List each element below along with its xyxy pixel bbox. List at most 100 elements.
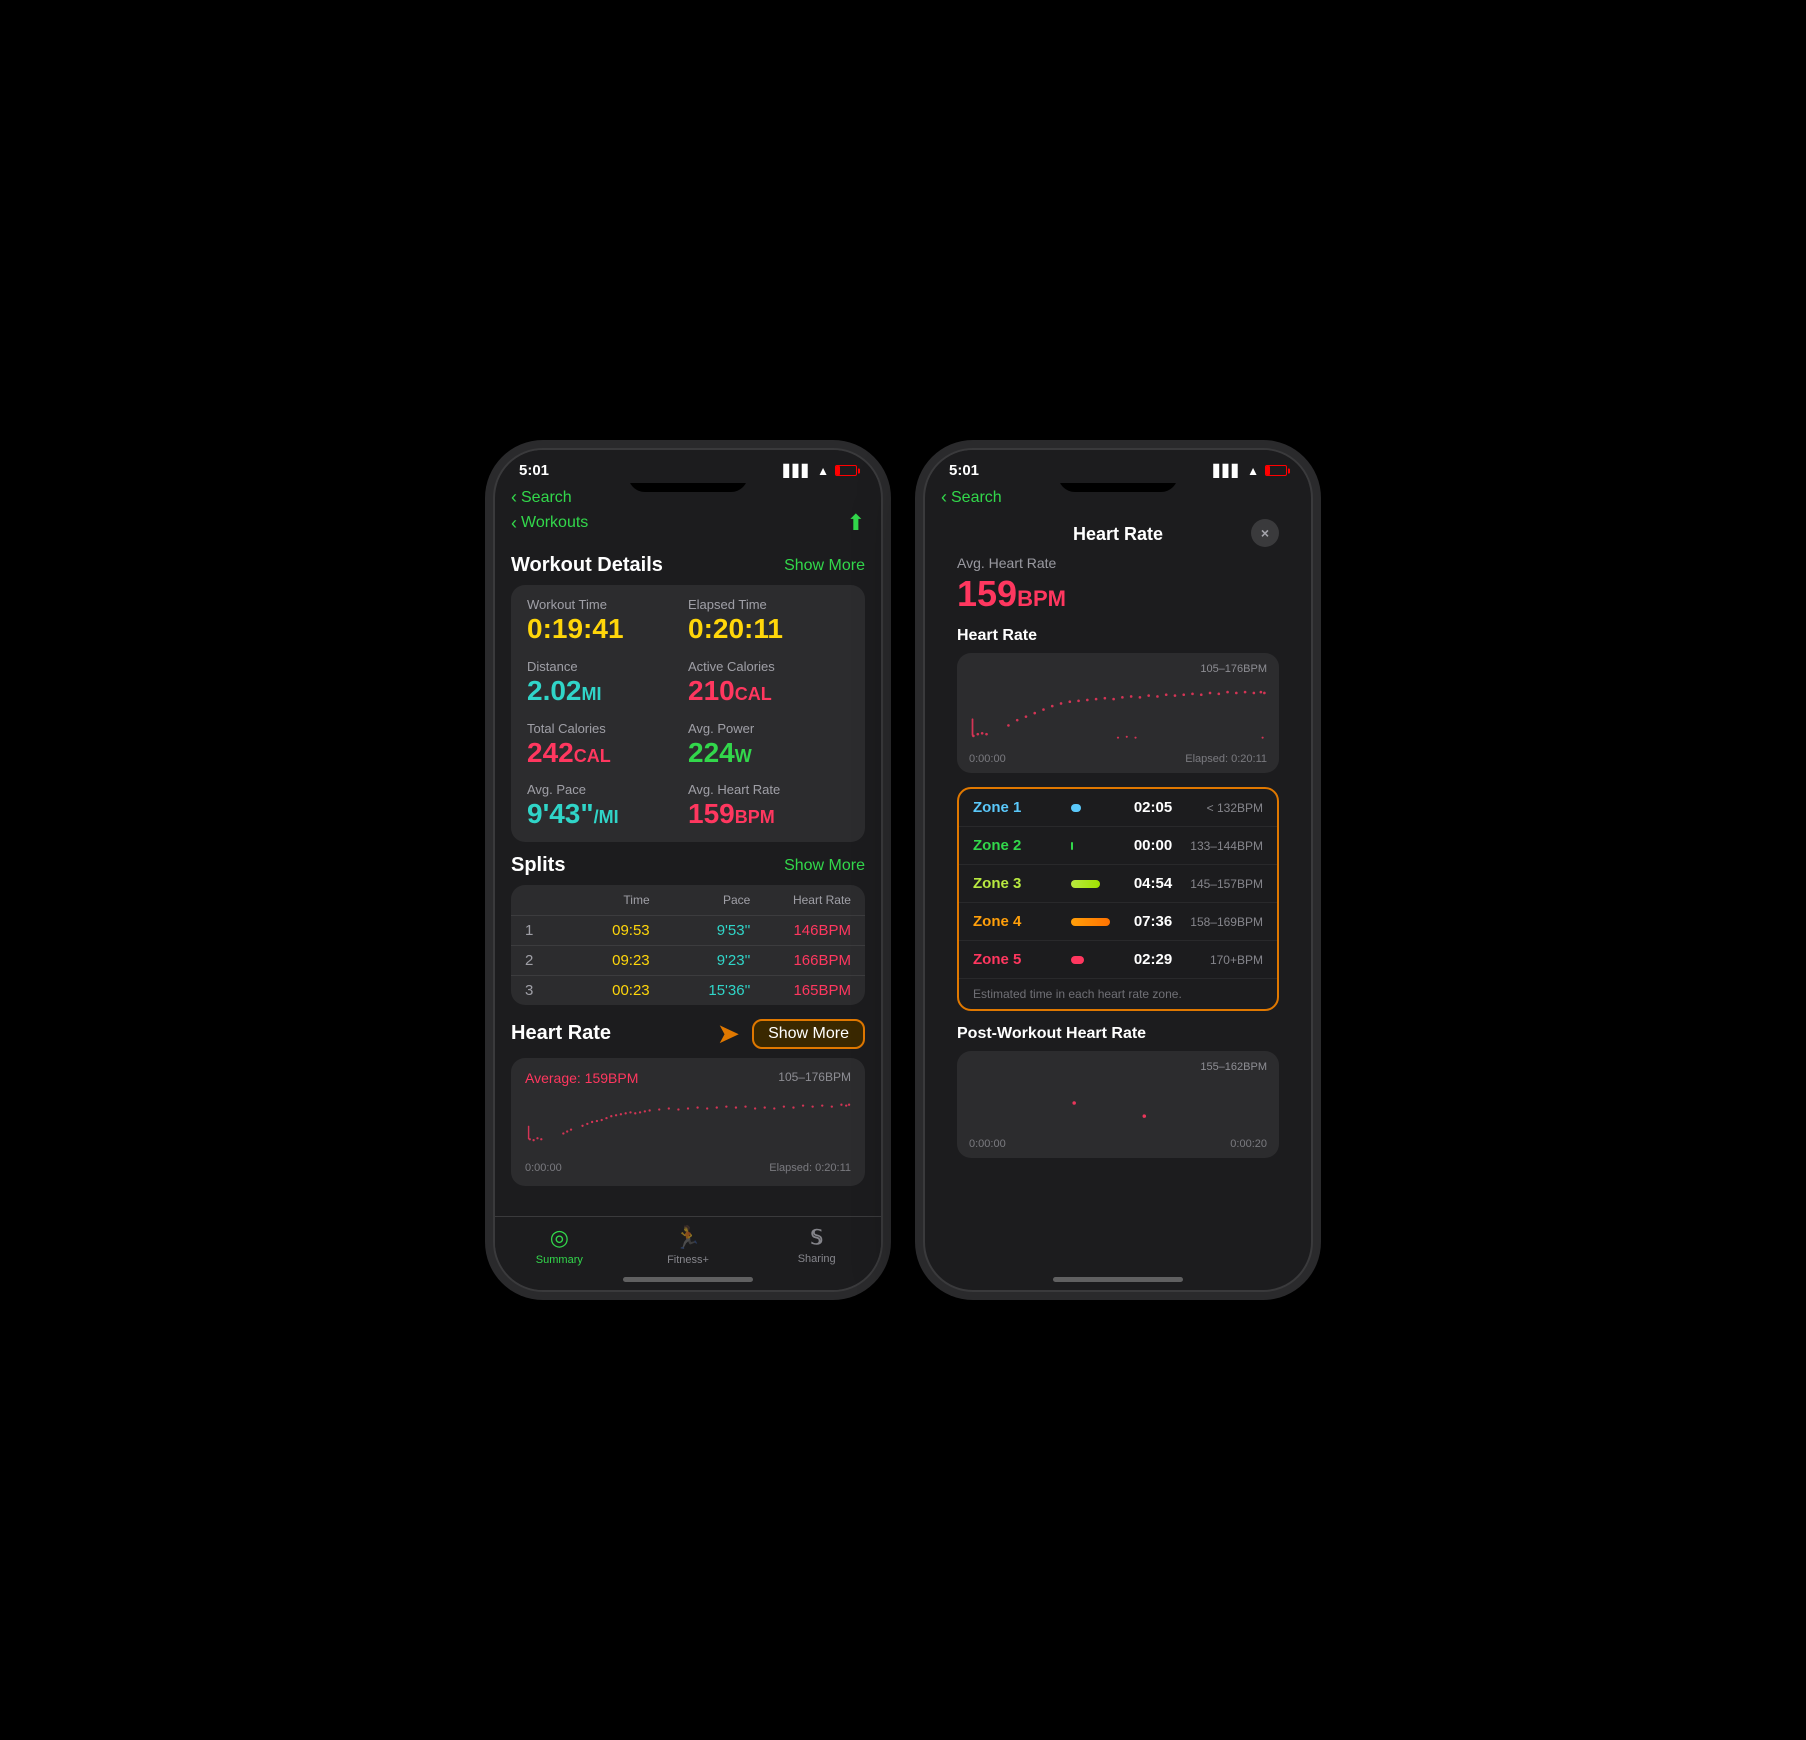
splits-pace-1: 9'53'' — [654, 922, 751, 939]
post-hr-time-end: 0:00:20 — [1230, 1138, 1267, 1150]
close-modal-btn[interactable]: × — [1251, 519, 1279, 547]
hr-section-label: Heart Rate — [957, 627, 1279, 645]
splits-col-pace: Pace — [654, 893, 751, 907]
hr-chart-time-end: Elapsed: 0:20:11 — [1185, 753, 1267, 765]
stat-total-cal: Total Calories 242CAL — [527, 721, 688, 769]
hr-time-start-left: 0:00:00 — [525, 1162, 562, 1174]
zone5-bar-wrap — [1071, 956, 1123, 964]
hr-chart-svg-right — [969, 679, 1267, 749]
hr-chart-bottom-right: 0:00:00 Elapsed: 0:20:11 — [969, 753, 1267, 765]
fitness-tab-icon: 🏃 — [674, 1225, 701, 1251]
splits-time-1: 09:53 — [553, 922, 650, 939]
post-hr-range: 155–162BPM — [1200, 1061, 1267, 1073]
zone5-bpm: 170+BPM — [1183, 953, 1263, 967]
splits-header-row: Time Pace Heart Rate — [511, 885, 865, 915]
zone-row-5: Zone 5 02:29 170+BPM — [959, 941, 1277, 979]
zone-row-4: Zone 4 07:36 158–169BPM — [959, 903, 1277, 941]
post-hr-chart: 155–162BPM 0:00:00 0:00:20 — [957, 1051, 1279, 1158]
zone3-bar — [1071, 880, 1100, 888]
stat-avg-pace-label: Avg. Pace — [527, 782, 688, 797]
status-icons-left: ▋▋▋ ▲ — [783, 464, 857, 478]
splits-pace-2: 9'23'' — [654, 952, 751, 969]
avg-hr-detail-label: Avg. Heart Rate — [957, 555, 1279, 571]
nav-header-left: ‹ Workouts ⬆ — [511, 510, 865, 536]
splits-col-hr: Heart Rate — [754, 893, 851, 907]
stat-active-cal-label: Active Calories — [688, 659, 849, 674]
hr-chart-container-right: 105–176BPM — [957, 653, 1279, 773]
zones-container: Zone 1 02:05 < 132BPM Zone 2 00:00 133–1… — [957, 787, 1279, 1011]
zone3-time: 04:54 — [1131, 875, 1175, 892]
zone2-bar-wrap — [1071, 842, 1123, 850]
zone4-bar-wrap — [1071, 918, 1123, 926]
zone2-bpm: 133–144BPM — [1183, 839, 1263, 853]
stat-avg-power: Avg. Power 224W — [688, 721, 849, 769]
stat-distance-label: Distance — [527, 659, 688, 674]
splits-card: Time Pace Heart Rate 1 09:53 9'53'' 146B… — [511, 885, 865, 1005]
zone3-bar-wrap — [1071, 880, 1123, 888]
splits-show-more[interactable]: Show More — [784, 857, 865, 875]
hr-chart-area-right — [969, 679, 1267, 749]
zone1-label: Zone 1 — [973, 799, 1063, 816]
share-icon[interactable]: ⬆ — [847, 510, 865, 536]
fitness-tab-label: Fitness+ — [667, 1254, 709, 1266]
hr-avg-label: Average: 159BPM — [525, 1070, 638, 1086]
time-left: 5:01 — [519, 462, 549, 479]
stat-avg-power-label: Avg. Power — [688, 721, 849, 736]
stat-distance: Distance 2.02MI — [527, 659, 688, 707]
back-label-left: Search — [521, 489, 572, 507]
tab-summary[interactable]: ◎ Summary — [495, 1225, 624, 1266]
hr-chart-svg-left — [525, 1096, 851, 1146]
tab-fitness[interactable]: 🏃 Fitness+ — [624, 1225, 753, 1266]
hr-show-more-btn[interactable]: Show More — [752, 1019, 865, 1049]
stat-workout-time-value: 0:19:41 — [527, 614, 688, 645]
stat-avg-pace-value: 9'43"/MI — [527, 799, 688, 830]
phone-right-content: Heart Rate × Avg. Heart Rate 159BPM Hear… — [925, 510, 1311, 1290]
hr-chart-labels-left: 0:00:00 Elapsed: 0:20:11 — [525, 1162, 851, 1174]
post-workout-label: Post-Workout Heart Rate — [957, 1025, 1279, 1043]
sharing-tab-label: Sharing — [798, 1253, 836, 1265]
home-indicator-left — [623, 1277, 753, 1282]
signal-icon: ▋▋▋ — [783, 464, 811, 478]
splits-row-2: 2 09:23 9'23'' 166BPM — [511, 945, 865, 975]
summary-tab-label: Summary — [536, 1254, 583, 1266]
splits-row-3: 3 00:23 15'36'' 165BPM — [511, 975, 865, 1005]
workout-details-header: Workout Details Show More — [511, 554, 865, 577]
stat-avg-power-value: 224W — [688, 738, 849, 769]
phone-left: 5:01 ▋▋▋ ▲ ‹ Search ‹ Workouts ⬆ Workout… — [493, 448, 883, 1292]
tab-sharing[interactable]: 𝕊 Sharing — [752, 1225, 881, 1266]
zone5-time: 02:29 — [1131, 951, 1175, 968]
zone4-bpm: 158–169BPM — [1183, 915, 1263, 929]
stat-elapsed-time: Elapsed Time 0:20:11 — [688, 597, 849, 645]
stat-workout-time: Workout Time 0:19:41 — [527, 597, 688, 645]
wifi-icon-right: ▲ — [1247, 464, 1259, 478]
zone2-label: Zone 2 — [973, 837, 1063, 854]
stats-grid: Workout Time 0:19:41 Elapsed Time 0:20:1… — [527, 597, 849, 830]
zone1-bar — [1071, 804, 1081, 812]
zone2-time: 00:00 — [1131, 837, 1175, 854]
summary-tab-icon: ◎ — [550, 1225, 569, 1251]
zone-row-3: Zone 3 04:54 145–157BPM — [959, 865, 1277, 903]
sharing-tab-icon: 𝕊 — [810, 1225, 823, 1250]
splits-num-2: 2 — [525, 952, 549, 969]
splits-time-3: 00:23 — [553, 982, 650, 999]
hr-chart-left — [525, 1096, 851, 1156]
zone4-label: Zone 4 — [973, 913, 1063, 930]
zone1-bar-wrap — [1071, 804, 1123, 812]
stat-avg-hr-value: 159BPM — [688, 799, 849, 830]
workouts-back-btn[interactable]: ‹ Workouts — [511, 513, 588, 534]
stat-avg-pace: Avg. Pace 9'43"/MI — [527, 782, 688, 830]
zone-row-1: Zone 1 02:05 < 132BPM — [959, 789, 1277, 827]
zone1-time: 02:05 — [1131, 799, 1175, 816]
back-label-right: Search — [951, 489, 1002, 507]
splits-hr-3: 165BPM — [754, 982, 851, 999]
splits-time-2: 09:23 — [553, 952, 650, 969]
heart-rate-section: Heart Rate ➤ Show More Average: 159BPM 1… — [511, 1017, 865, 1186]
workout-details-show-more[interactable]: Show More — [784, 557, 865, 575]
time-right: 5:01 — [949, 462, 979, 479]
signal-icon-right: ▋▋▋ — [1213, 464, 1241, 478]
battery-icon-right — [1265, 465, 1287, 476]
zone5-bar — [1071, 956, 1084, 964]
splits-hr-2: 166BPM — [754, 952, 851, 969]
zone2-bar — [1071, 842, 1073, 850]
avg-hr-detail-value: 159BPM — [957, 573, 1279, 615]
